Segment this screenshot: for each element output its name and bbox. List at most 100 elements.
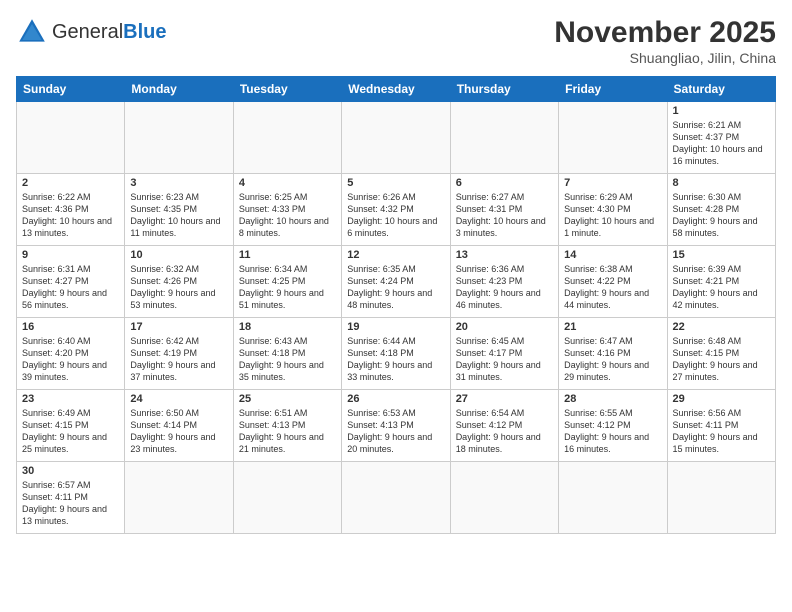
calendar-day: 14Sunrise: 6:38 AM Sunset: 4:22 PM Dayli… (559, 246, 667, 318)
calendar-day: 20 Sunrise: 6:45 AM Sunset: 4:17 PM Dayli… (450, 318, 558, 390)
calendar-week-4: 16Sunrise: 6:40 AM Sunset: 4:20 PM Dayli… (17, 318, 776, 390)
month-year: November 2025 (554, 16, 776, 50)
calendar-day: 13Sunrise: 6:36 AM Sunset: 4:23 PM Dayli… (450, 246, 558, 318)
calendar-day: 2 Sunrise: 6:22 AM Sunset: 4:36 PM Daylig… (17, 174, 125, 246)
calendar-header-row: Sunday Monday Tuesday Wednesday Thursday… (17, 77, 776, 102)
col-tuesday: Tuesday (233, 77, 341, 102)
calendar-day: 22Sunrise: 6:48 AM Sunset: 4:15 PM Dayli… (667, 318, 775, 390)
page: GeneralBlue November 2025 Shuangliao, Ji… (0, 0, 792, 612)
calendar-day: 4 Sunrise: 6:25 AM Sunset: 4:33 PM Daylig… (233, 174, 341, 246)
day-info: Sunrise: 6:45 AM Sunset: 4:17 PM Dayligh… (456, 335, 553, 384)
calendar-day (233, 102, 341, 174)
calendar-day (342, 102, 450, 174)
calendar-table: Sunday Monday Tuesday Wednesday Thursday… (16, 76, 776, 534)
day-number: 5 (347, 177, 444, 189)
calendar-day: 3 Sunrise: 6:23 AM Sunset: 4:35 PM Daylig… (125, 174, 233, 246)
day-info: Sunrise: 6:47 AM Sunset: 4:16 PM Dayligh… (564, 335, 661, 384)
calendar-day: 29 Sunrise: 6:56 AM Sunset: 4:11 PM Dayli… (667, 390, 775, 462)
calendar-day: 11Sunrise: 6:34 AM Sunset: 4:25 PM Dayli… (233, 246, 341, 318)
day-number: 18 (239, 321, 336, 333)
day-number: 17 (130, 321, 227, 333)
day-info: Sunrise: 6:39 AM Sunset: 4:21 PM Dayligh… (673, 263, 770, 312)
calendar-day: 24 Sunrise: 6:50 AM Sunset: 4:14 PM Dayli… (125, 390, 233, 462)
day-info: Sunrise: 6:55 AM Sunset: 4:12 PM Dayligh… (564, 407, 661, 456)
calendar-week-1: 1Sunrise: 6:21 AM Sunset: 4:37 PM Daylig… (17, 102, 776, 174)
day-info: Sunrise: 6:54 AM Sunset: 4:12 PM Dayligh… (456, 407, 553, 456)
day-info: Sunrise: 6:40 AM Sunset: 4:20 PM Dayligh… (22, 335, 119, 384)
day-info: Sunrise: 6:32 AM Sunset: 4:26 PM Dayligh… (130, 263, 227, 312)
calendar-day: 21 Sunrise: 6:47 AM Sunset: 4:16 PM Dayli… (559, 318, 667, 390)
day-info: Sunrise: 6:29 AM Sunset: 4:30 PM Dayligh… (564, 191, 661, 240)
day-info: Sunrise: 6:35 AM Sunset: 4:24 PM Dayligh… (347, 263, 444, 312)
calendar-day (17, 102, 125, 174)
calendar-day (450, 102, 558, 174)
calendar-week-2: 2 Sunrise: 6:22 AM Sunset: 4:36 PM Daylig… (17, 174, 776, 246)
calendar-day (125, 102, 233, 174)
day-number: 21 (564, 321, 661, 333)
day-number: 7 (564, 177, 661, 189)
calendar-week-6: 30Sunrise: 6:57 AM Sunset: 4:11 PM Dayli… (17, 462, 776, 534)
col-thursday: Thursday (450, 77, 558, 102)
header: GeneralBlue November 2025 Shuangliao, Ji… (16, 16, 776, 66)
day-info: Sunrise: 6:36 AM Sunset: 4:23 PM Dayligh… (456, 263, 553, 312)
calendar-day: 15 Sunrise: 6:39 AM Sunset: 4:21 PM Dayli… (667, 246, 775, 318)
calendar-week-5: 23Sunrise: 6:49 AM Sunset: 4:15 PM Dayli… (17, 390, 776, 462)
day-number: 19 (347, 321, 444, 333)
calendar-day (233, 462, 341, 534)
day-info: Sunrise: 6:23 AM Sunset: 4:35 PM Dayligh… (130, 191, 227, 240)
day-number: 9 (22, 249, 119, 261)
calendar-day: 23Sunrise: 6:49 AM Sunset: 4:15 PM Dayli… (17, 390, 125, 462)
day-info: Sunrise: 6:56 AM Sunset: 4:11 PM Dayligh… (673, 407, 770, 456)
day-number: 14 (564, 249, 661, 261)
day-number: 24 (130, 393, 227, 405)
col-sunday: Sunday (17, 77, 125, 102)
calendar-day: 30Sunrise: 6:57 AM Sunset: 4:11 PM Dayli… (17, 462, 125, 534)
day-info: Sunrise: 6:30 AM Sunset: 4:28 PM Dayligh… (673, 191, 770, 240)
col-saturday: Saturday (667, 77, 775, 102)
day-number: 2 (22, 177, 119, 189)
day-info: Sunrise: 6:27 AM Sunset: 4:31 PM Dayligh… (456, 191, 553, 240)
title-block: November 2025 Shuangliao, Jilin, China (554, 16, 776, 66)
calendar-day: 17 Sunrise: 6:42 AM Sunset: 4:19 PM Dayli… (125, 318, 233, 390)
logo: GeneralBlue (16, 16, 167, 48)
day-number: 8 (673, 177, 770, 189)
day-number: 4 (239, 177, 336, 189)
calendar-day: 19Sunrise: 6:44 AM Sunset: 4:18 PM Dayli… (342, 318, 450, 390)
day-info: Sunrise: 6:50 AM Sunset: 4:14 PM Dayligh… (130, 407, 227, 456)
col-monday: Monday (125, 77, 233, 102)
calendar-day: 6 Sunrise: 6:27 AM Sunset: 4:31 PM Daylig… (450, 174, 558, 246)
day-number: 29 (673, 393, 770, 405)
day-number: 3 (130, 177, 227, 189)
calendar-day: 12Sunrise: 6:35 AM Sunset: 4:24 PM Dayli… (342, 246, 450, 318)
calendar-day: 18 Sunrise: 6:43 AM Sunset: 4:18 PM Dayli… (233, 318, 341, 390)
calendar-day (342, 462, 450, 534)
day-info: Sunrise: 6:25 AM Sunset: 4:33 PM Dayligh… (239, 191, 336, 240)
day-number: 10 (130, 249, 227, 261)
day-info: Sunrise: 6:22 AM Sunset: 4:36 PM Dayligh… (22, 191, 119, 240)
col-friday: Friday (559, 77, 667, 102)
location: Shuangliao, Jilin, China (554, 50, 776, 66)
col-wednesday: Wednesday (342, 77, 450, 102)
calendar-day: 1Sunrise: 6:21 AM Sunset: 4:37 PM Daylig… (667, 102, 775, 174)
calendar-day: 5 Sunrise: 6:26 AM Sunset: 4:32 PM Daylig… (342, 174, 450, 246)
day-info: Sunrise: 6:31 AM Sunset: 4:27 PM Dayligh… (22, 263, 119, 312)
logo-text: GeneralBlue (52, 21, 167, 44)
logo-icon (16, 16, 48, 48)
day-number: 25 (239, 393, 336, 405)
day-number: 27 (456, 393, 553, 405)
calendar-day (559, 102, 667, 174)
day-number: 6 (456, 177, 553, 189)
day-number: 20 (456, 321, 553, 333)
day-info: Sunrise: 6:34 AM Sunset: 4:25 PM Dayligh… (239, 263, 336, 312)
day-info: Sunrise: 6:26 AM Sunset: 4:32 PM Dayligh… (347, 191, 444, 240)
day-info: Sunrise: 6:42 AM Sunset: 4:19 PM Dayligh… (130, 335, 227, 384)
day-info: Sunrise: 6:57 AM Sunset: 4:11 PM Dayligh… (22, 479, 119, 528)
day-number: 28 (564, 393, 661, 405)
day-number: 22 (673, 321, 770, 333)
day-info: Sunrise: 6:51 AM Sunset: 4:13 PM Dayligh… (239, 407, 336, 456)
day-info: Sunrise: 6:49 AM Sunset: 4:15 PM Dayligh… (22, 407, 119, 456)
day-info: Sunrise: 6:53 AM Sunset: 4:13 PM Dayligh… (347, 407, 444, 456)
day-number: 15 (673, 249, 770, 261)
day-info: Sunrise: 6:43 AM Sunset: 4:18 PM Dayligh… (239, 335, 336, 384)
calendar-day: 27 Sunrise: 6:54 AM Sunset: 4:12 PM Dayli… (450, 390, 558, 462)
